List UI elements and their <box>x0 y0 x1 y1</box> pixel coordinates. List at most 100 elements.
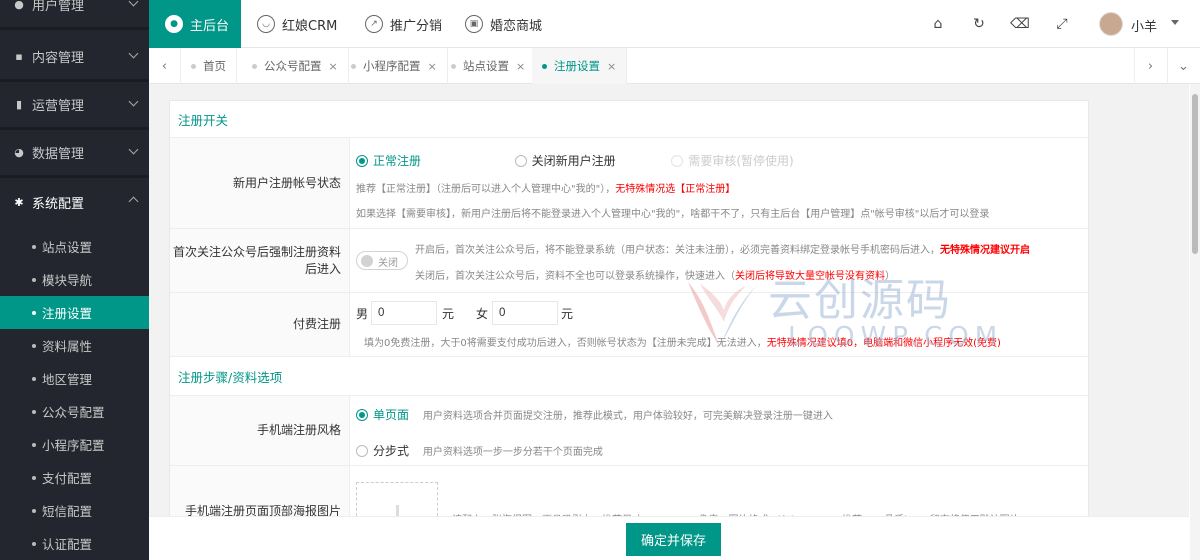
menu-operations-management[interactable]: ▮ 运营管理 <box>0 82 149 130</box>
unit-label: 元 <box>442 307 455 321</box>
headset-icon: ◡ <box>257 15 275 33</box>
bullet-icon <box>32 277 36 282</box>
menu-system-config[interactable]: ✱ 系统配置 <box>0 178 149 226</box>
top-bar: ● 主后台 ◡ 红娘CRM ↗ 推广分销 ▣ 婚恋商城 ⌂ ↻ ⌫ ⤢ 小羊 <box>149 0 1200 48</box>
sidebar-item-payment-config[interactable]: 支付配置 <box>0 461 149 494</box>
close-icon[interactable]: × <box>607 60 616 73</box>
menu-label: 系统配置 <box>32 196 85 212</box>
tab-register-settings[interactable]: 注册设置 × <box>532 48 628 84</box>
sidebar-item-auth-config[interactable]: 认证配置 <box>0 527 149 560</box>
sidebar-item-site-settings[interactable]: 站点设置 <box>0 230 149 263</box>
chevron-down-icon <box>128 48 139 59</box>
female-fee-input[interactable] <box>492 301 558 325</box>
bullet-icon <box>32 244 36 249</box>
force-hint-1: 开启后，首次关注公众号后，将不能登录系统（用户状态：关注未注册），必须完善资料绑… <box>415 245 1030 256</box>
menu-content-management[interactable]: ▪ 内容管理 <box>0 34 149 82</box>
pie-icon: ◕ <box>14 146 24 159</box>
topnav-crm[interactable]: ◡ 红娘CRM <box>257 0 337 48</box>
home-icon[interactable]: ⌂ <box>928 14 948 34</box>
topnav-mall[interactable]: ▣ 婚恋商城 <box>465 0 542 48</box>
radio-normal-register[interactable] <box>356 155 368 167</box>
sidebar-item-label: 地区管理 <box>42 372 93 387</box>
chevron-up-icon <box>128 196 139 207</box>
tab-label: 注册设置 <box>554 59 600 73</box>
status-radio-group: 正常注册 关闭新用户注册 需要审核(暂停使用) <box>356 152 794 169</box>
row-register-status: 新用户注册帐号状态 正常注册 关闭新用户注册 需要审核(暂停使用) 推荐【正常注… <box>170 138 1088 229</box>
option-hint: 用户资料选项合并页面提交注册，推荐此模式，用户体验较好，可完美解决登录注册一键进… <box>422 411 833 422</box>
sidebar-item-region-management[interactable]: 地区管理 <box>0 362 149 395</box>
male-fee-input[interactable] <box>371 301 437 325</box>
tab-label: 首页 <box>203 59 226 73</box>
close-icon[interactable]: × <box>516 60 525 73</box>
tab-menu-dropdown[interactable]: ⌄ <box>1167 48 1199 84</box>
topnav-label: 主后台 <box>190 18 230 34</box>
style-option-step: 分步式 用户资料选项一步一步分若干个页面完成 <box>356 442 603 459</box>
menu-user-management[interactable]: ● 用户管理 <box>0 0 149 30</box>
radio-label: 关闭新用户注册 <box>531 154 616 168</box>
tab-mp-config[interactable]: 公众号配置 × <box>242 48 349 84</box>
tab-dot <box>252 63 257 69</box>
radio-label: 单页面 <box>373 408 410 422</box>
bullet-icon <box>32 475 36 480</box>
main-content: 注册开关 新用户注册帐号状态 正常注册 关闭新用户注册 需要审核(暂停使用) 推… <box>149 84 1189 560</box>
chevron-down-icon: ⌄ <box>1178 58 1189 74</box>
chevron-left-icon: ‹ <box>161 58 168 74</box>
bullet-icon <box>32 442 36 447</box>
save-button[interactable]: 确定并保存 <box>626 523 721 556</box>
refresh-icon[interactable]: ↻ <box>969 14 989 34</box>
sidebar-item-miniprogram-config[interactable]: 小程序配置 <box>0 428 149 461</box>
share-icon: ↗ <box>365 15 383 33</box>
sidebar-item-label: 支付配置 <box>42 471 93 486</box>
radio-step-by-step[interactable] <box>356 445 368 457</box>
chart-icon: ▮ <box>15 98 23 111</box>
username[interactable]: 小羊 <box>1131 16 1157 35</box>
clear-icon[interactable]: ⌫ <box>1010 14 1030 34</box>
toggle-label: 关闭 <box>378 258 398 269</box>
tab-dot <box>542 63 547 69</box>
tab-scroll-right[interactable]: › <box>1134 48 1166 84</box>
menu-label: 运营管理 <box>32 99 85 114</box>
toggle-knob <box>361 255 373 267</box>
chevron-down-icon <box>128 144 139 155</box>
male-label: 男 <box>356 307 369 321</box>
field-label: 新用户注册帐号状态 <box>170 138 350 228</box>
chevron-down-icon <box>128 0 139 7</box>
sidebar-item-mp-config[interactable]: 公众号配置 <box>0 395 149 428</box>
field-label: 首次关注公众号后强制注册资料后进入 <box>170 229 350 292</box>
field-label: 付费注册 <box>170 293 350 356</box>
force-register-toggle[interactable]: 关闭 <box>356 251 408 270</box>
bullet-icon <box>32 541 36 546</box>
topnav-label: 婚恋商城 <box>490 18 543 34</box>
avatar[interactable] <box>1099 12 1123 36</box>
radio-single-page[interactable] <box>356 409 368 421</box>
force-hint-2: 关闭后，首次关注公众号后，资料不全也可以登录系统操作，快速进入（关闭后将导致大量… <box>415 271 895 282</box>
bullet-icon <box>32 409 36 414</box>
tab-scroll-left[interactable]: ‹ <box>149 48 181 84</box>
topnav-main-admin[interactable]: ● 主后台 <box>149 0 241 48</box>
topnav-label: 红娘CRM <box>282 18 338 34</box>
sidebar-item-module-nav[interactable]: 模块导航 <box>0 263 149 296</box>
tab-miniprogram-config[interactable]: 小程序配置 × <box>341 48 448 84</box>
bullet-icon <box>32 376 36 381</box>
fullscreen-icon[interactable]: ⤢ <box>1052 14 1072 34</box>
close-icon[interactable]: × <box>329 60 338 73</box>
sidebar-item-label: 小程序配置 <box>42 438 105 453</box>
radio-close-register[interactable] <box>514 155 527 167</box>
sidebar-item-register-settings[interactable]: 注册设置 <box>0 296 149 329</box>
gear-icon: ✱ <box>14 195 24 209</box>
page-scrollbar[interactable] <box>1190 84 1200 560</box>
menu-data-management[interactable]: ◕ 数据管理 <box>0 130 149 178</box>
tab-site-settings[interactable]: 站点设置 × <box>441 48 537 84</box>
caret-down-icon[interactable] <box>1171 20 1179 25</box>
settings-form: 注册开关 新用户注册帐号状态 正常注册 关闭新用户注册 需要审核(暂停使用) 推… <box>169 100 1089 560</box>
tab-home[interactable]: 首页 <box>181 48 237 84</box>
sidebar-item-sms-config[interactable]: 短信配置 <box>0 494 149 527</box>
close-icon[interactable]: × <box>428 60 437 73</box>
topnav-promotion[interactable]: ↗ 推广分销 <box>365 0 442 48</box>
tab-bar: ‹ 首页 公众号配置 × 小程序配置 × 站点设置 × 注册设置 × › ⌄ <box>149 48 1200 84</box>
sidebar-item-label: 模块导航 <box>42 273 93 288</box>
scrollbar-thumb[interactable] <box>1192 94 1198 254</box>
row-mobile-style: 手机端注册风格 单页面 用户资料选项合并页面提交注册，推荐此模式，用户体验较好，… <box>170 396 1088 466</box>
tab-label: 公众号配置 <box>264 59 322 73</box>
sidebar-item-profile-attrs[interactable]: 资料属性 <box>0 329 149 362</box>
